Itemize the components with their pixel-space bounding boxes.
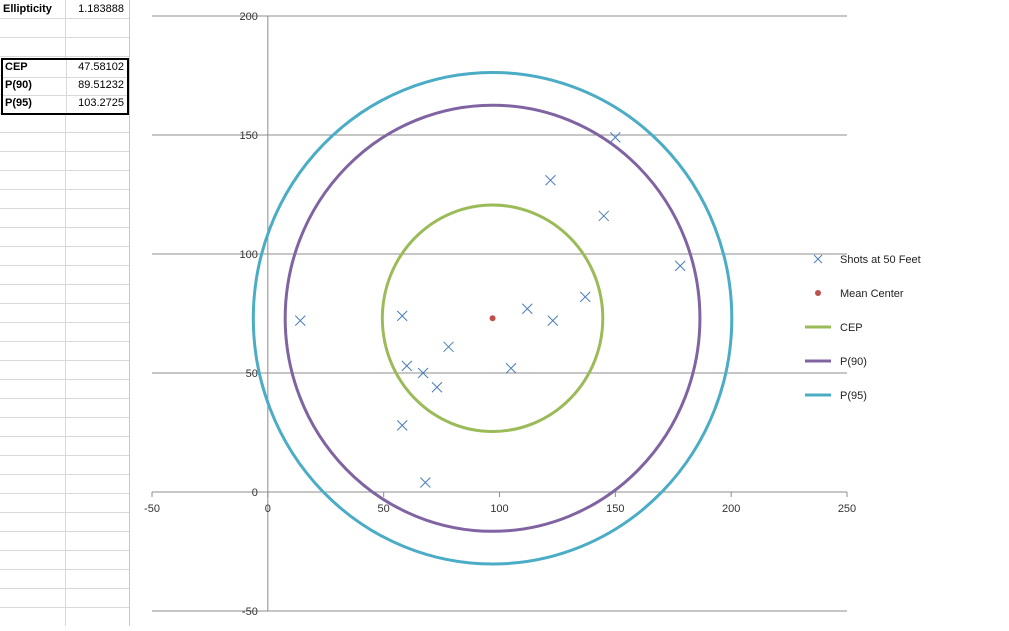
shot-marker [294, 315, 306, 326]
x-tick-label: -50 [144, 503, 160, 515]
stats-label: P(90) [5, 79, 32, 91]
legend-label: CEP [840, 322, 863, 334]
x-tick-label: 0 [265, 503, 271, 515]
mean-center-point [489, 315, 496, 322]
shot-marker [609, 132, 621, 143]
x-tick-label: 150 [606, 503, 624, 515]
legend-item: Mean Center [815, 288, 904, 300]
stats-value: 47.58102 [78, 61, 124, 73]
y-tick-label: 0 [252, 487, 258, 499]
shot-marker [401, 360, 413, 372]
y-tick-label: 200 [239, 11, 257, 23]
y-tick-label: 100 [239, 249, 257, 261]
legend-label: Shots at 50 Feet [840, 254, 921, 266]
stats-label: CEP [5, 61, 28, 73]
shot-marker [396, 420, 408, 431]
legend-label: P(95) [840, 390, 867, 402]
spreadsheet-panel: Ellipticity 1.183888 CEP 47.58102 P(90) … [0, 0, 130, 626]
legend-item: P(90) [805, 356, 867, 368]
legend-label: P(90) [840, 356, 867, 368]
y-tick-label: 50 [246, 368, 258, 380]
shot-marker [443, 341, 454, 353]
legend-item: P(95) [805, 390, 867, 402]
stats-label: P(95) [5, 97, 32, 109]
y-tick-label: 150 [239, 130, 257, 142]
shot-marker [420, 477, 431, 488]
shot-marker [396, 310, 408, 322]
y-tick-label: -50 [242, 606, 258, 618]
shot-marker [547, 315, 559, 326]
shot-marker [674, 260, 686, 272]
legend-label: Mean Center [840, 288, 904, 300]
shot-marker [521, 303, 533, 315]
x-tick-label: 50 [378, 503, 390, 515]
legend-dot-icon [815, 290, 821, 296]
x-tick-label: 200 [722, 503, 740, 515]
stats-value: 89.51232 [78, 79, 124, 91]
shot-marker [505, 362, 517, 374]
ellipticity-label[interactable]: Ellipticity [3, 1, 63, 17]
shot-marker [545, 174, 556, 186]
shot-marker [598, 210, 610, 222]
stats-value: 103.2725 [78, 97, 124, 109]
ellipticity-value[interactable]: 1.183888 [66, 1, 127, 17]
stats-row-cep[interactable]: CEP 47.58102 [3, 60, 127, 78]
stats-row-p90[interactable]: P(90) 89.51232 [3, 78, 127, 96]
legend-item: Shots at 50 Feet [813, 254, 921, 266]
legend-item: CEP [805, 322, 863, 334]
x-tick-label: 100 [490, 503, 508, 515]
shot-marker [579, 291, 591, 303]
stats-table: CEP 47.58102 P(90) 89.51232 P(95) 103.27… [1, 58, 129, 115]
x-tick-label: 250 [838, 503, 856, 515]
stats-row-p95[interactable]: P(95) 103.2725 [3, 96, 127, 114]
shot-marker [431, 381, 443, 393]
scatter-chart: -50 0 50 100 150 200 250 -50 0 50 100 150 200 Shots … [144, 11, 921, 618]
chart-area[interactable]: -50 0 50 100 150 200 250 -50 0 50 100 150 200 Shots … [130, 0, 1009, 626]
